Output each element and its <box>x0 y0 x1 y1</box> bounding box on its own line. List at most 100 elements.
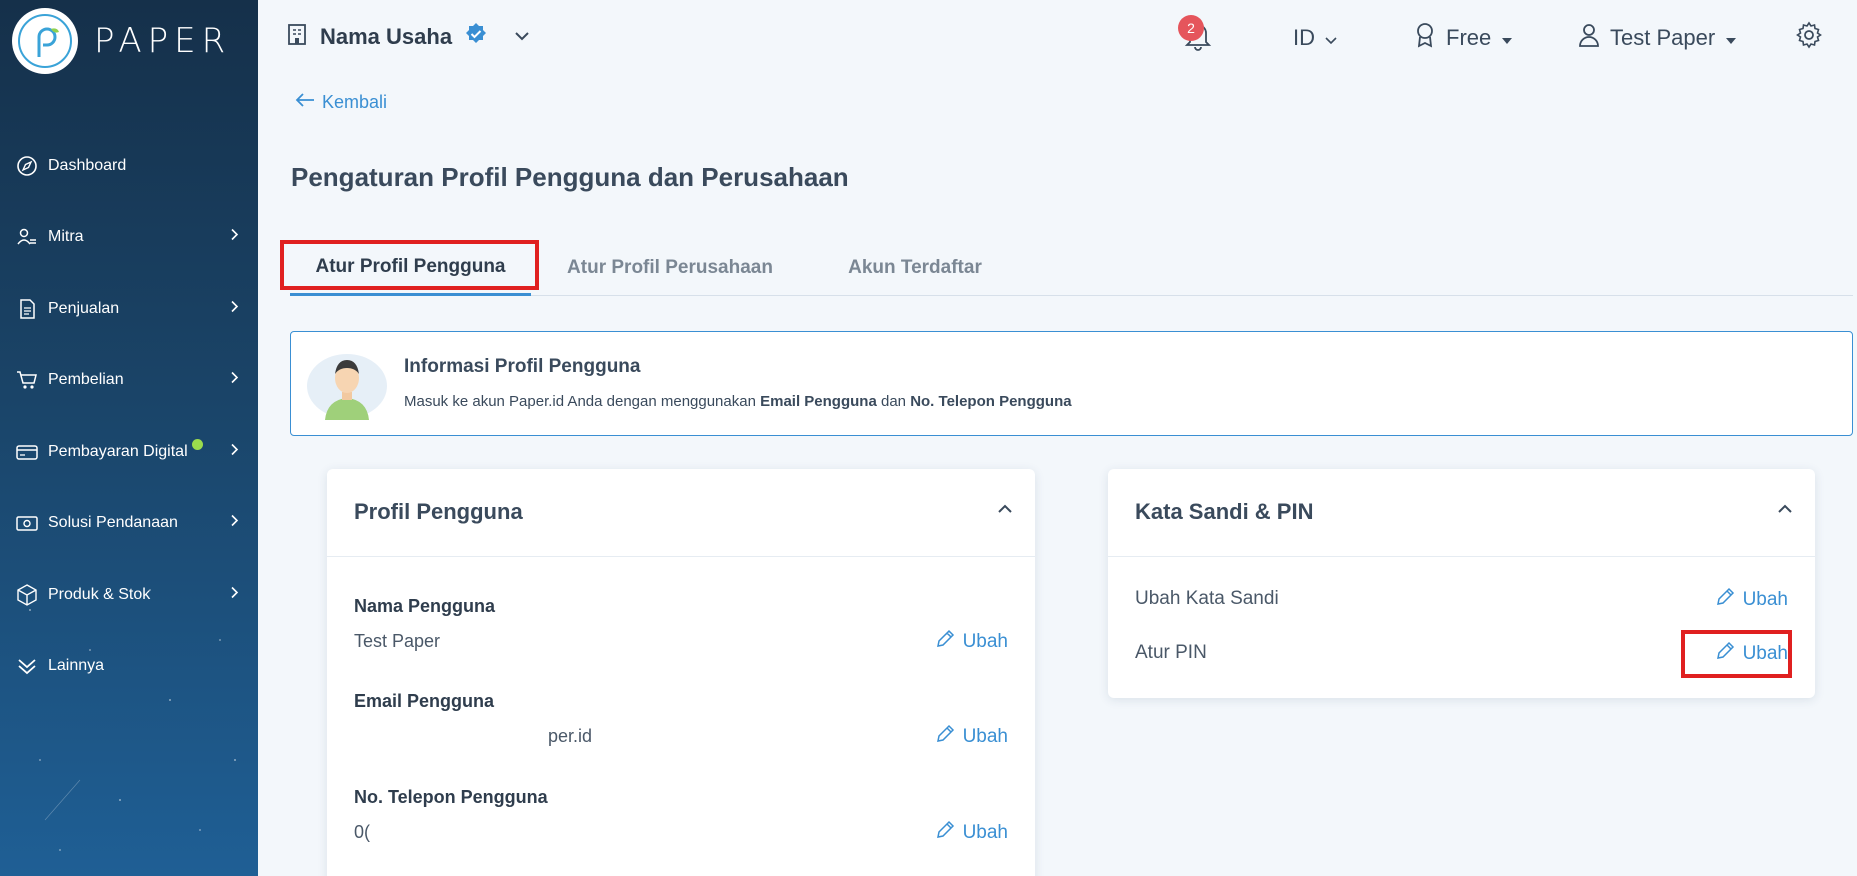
chevron-right-icon <box>230 442 240 461</box>
profile-card-title: Profil Pengguna <box>354 499 523 524</box>
chevron-up-icon[interactable] <box>1777 501 1793 519</box>
field-label-telepon: No. Telepon Pengguna <box>354 787 548 807</box>
chevron-right-icon <box>230 514 240 533</box>
row-label-kata-sandi: Ubah Kata Sandi <box>1135 588 1279 609</box>
gear-icon <box>1795 21 1823 55</box>
highlight-box-pin <box>1681 630 1792 678</box>
page-title: Pengaturan Profil Pengguna dan Perusahaa… <box>291 162 849 192</box>
pencil-icon <box>935 820 955 846</box>
new-indicator-dot <box>191 439 203 451</box>
edit-email-button[interactable]: Ubah <box>935 724 1008 750</box>
sidebar-nav: Dashboard Mitra Penjualan Pembelian Pemb… <box>0 130 258 702</box>
info-desc-phone: No. Telepon Pengguna <box>910 393 1072 410</box>
edit-label: Ubah <box>962 822 1008 843</box>
sidebar-item-solusi-pendanaan[interactable]: Solusi Pendanaan <box>0 488 258 560</box>
security-card-header[interactable]: Kata Sandi & PIN <box>1108 469 1815 557</box>
field-value-email: per.id <box>548 726 593 746</box>
field-value-telepon: 0( <box>354 822 371 842</box>
chevron-down-icon <box>1325 25 1337 51</box>
chevron-down-icon[interactable] <box>514 28 530 46</box>
sidebar-item-label: Pembayaran Digital <box>48 442 188 460</box>
sidebar-item-label: Pembelian <box>48 371 124 389</box>
user-icon <box>1578 23 1600 53</box>
person-avatar-icon <box>305 350 387 420</box>
profile-card: Profil Pengguna Nama Pengguna Test Paper… <box>327 469 1035 876</box>
card-icon <box>14 439 40 465</box>
user-name: Test Paper <box>1610 25 1716 50</box>
arrow-left-icon <box>294 92 316 113</box>
back-link[interactable]: Kembali <box>294 92 387 113</box>
sidebar-item-lainnya[interactable]: Lainnya <box>0 631 258 703</box>
tab-label: Atur Profil Perusahaan <box>567 257 773 278</box>
tab-atur-profil-perusahaan[interactable]: Atur Profil Perusahaan <box>550 240 790 296</box>
compass-icon <box>14 153 40 179</box>
sidebar-item-dashboard[interactable]: Dashboard <box>0 130 258 202</box>
row-label-pin: Atur PIN <box>1135 642 1207 663</box>
notification-button[interactable]: 2 <box>1178 15 1214 58</box>
field-value-nama: Test Paper <box>354 631 441 651</box>
pencil-icon <box>935 629 955 655</box>
sidebar-item-label: Penjualan <box>48 299 120 317</box>
info-desc-text: Masuk ke akun Paper.id Anda dengan mengg… <box>404 393 761 410</box>
notification-badge: 2 <box>1178 15 1204 41</box>
business-selector[interactable]: Nama Usaha <box>286 22 530 51</box>
field-label-email: Email Pengguna <box>354 691 495 711</box>
plan-selector[interactable]: Free <box>1414 18 1513 58</box>
chevron-up-icon[interactable] <box>997 501 1013 519</box>
info-profile-banner: Informasi Profil Pengguna Masuk ke akun … <box>290 331 1853 436</box>
cart-icon <box>14 367 40 393</box>
document-icon <box>14 296 40 322</box>
plan-label: Free <box>1446 25 1492 50</box>
field-label-nama: Nama Pengguna <box>354 596 496 616</box>
caret-down-icon <box>1725 25 1737 51</box>
sidebar-item-label: Solusi Pendanaan <box>48 514 178 532</box>
tab-label: Akun Terdaftar <box>848 257 982 278</box>
sidebar-item-pembelian[interactable]: Pembelian <box>0 345 258 417</box>
edit-nama-button[interactable]: Ubah <box>935 629 1008 655</box>
double-chevron-down-icon <box>14 653 40 679</box>
sidebar-item-label: Dashboard <box>48 156 127 174</box>
business-name: Nama Usaha <box>320 23 453 49</box>
chevron-right-icon <box>230 371 240 390</box>
info-description: Masuk ke akun Paper.id Anda dengan mengg… <box>404 393 1072 410</box>
security-card-title: Kata Sandi & PIN <box>1135 499 1314 524</box>
app-logo[interactable]: PAPER <box>12 8 231 74</box>
settings-button[interactable] <box>1795 18 1823 58</box>
sidebar: PAPER Dashboard Mitra Penjualan Pembelia… <box>0 0 258 876</box>
cash-icon <box>14 510 40 536</box>
info-desc-text: dan <box>876 393 911 410</box>
sidebar-item-produk-stok[interactable]: Produk & Stok <box>0 559 258 631</box>
sidebar-item-pembayaran-digital[interactable]: Pembayaran Digital <box>0 416 258 488</box>
edit-label: Ubah <box>1742 589 1788 610</box>
language-selector[interactable]: ID <box>1293 18 1337 58</box>
app-logo-text: PAPER <box>94 21 232 61</box>
sidebar-item-label: Produk & Stok <box>48 585 151 603</box>
users-icon <box>14 224 40 250</box>
edit-telepon-button[interactable]: Ubah <box>935 820 1008 846</box>
box-icon <box>14 582 40 608</box>
building-icon <box>286 22 308 51</box>
edit-label: Ubah <box>962 631 1008 652</box>
top-header: Nama Usaha 2 ID Free Test Paper <box>258 0 1857 76</box>
user-menu[interactable]: Test Paper <box>1578 18 1737 58</box>
paper-logo-icon <box>12 8 78 74</box>
caret-down-icon <box>1501 25 1513 51</box>
tab-akun-terdaftar[interactable]: Akun Terdaftar <box>810 240 1020 296</box>
chevron-right-icon <box>230 228 240 247</box>
language-label: ID <box>1293 25 1315 50</box>
chevron-right-icon <box>230 585 240 604</box>
sidebar-item-label: Lainnya <box>48 657 105 675</box>
sidebar-item-mitra[interactable]: Mitra <box>0 202 258 274</box>
back-label: Kembali <box>322 92 388 112</box>
sidebar-item-penjualan[interactable]: Penjualan <box>0 273 258 345</box>
highlight-box-tab <box>280 240 539 290</box>
profile-card-header[interactable]: Profil Pengguna <box>327 469 1035 557</box>
pencil-icon <box>1715 587 1735 613</box>
info-title: Informasi Profil Pengguna <box>404 356 641 377</box>
edit-kata-sandi-button[interactable]: Ubah <box>1715 587 1788 613</box>
pencil-icon <box>935 724 955 750</box>
chevron-right-icon <box>230 299 240 318</box>
edit-label: Ubah <box>962 726 1008 747</box>
info-desc-email: Email Pengguna <box>760 393 877 410</box>
verified-badge-icon <box>464 22 488 51</box>
